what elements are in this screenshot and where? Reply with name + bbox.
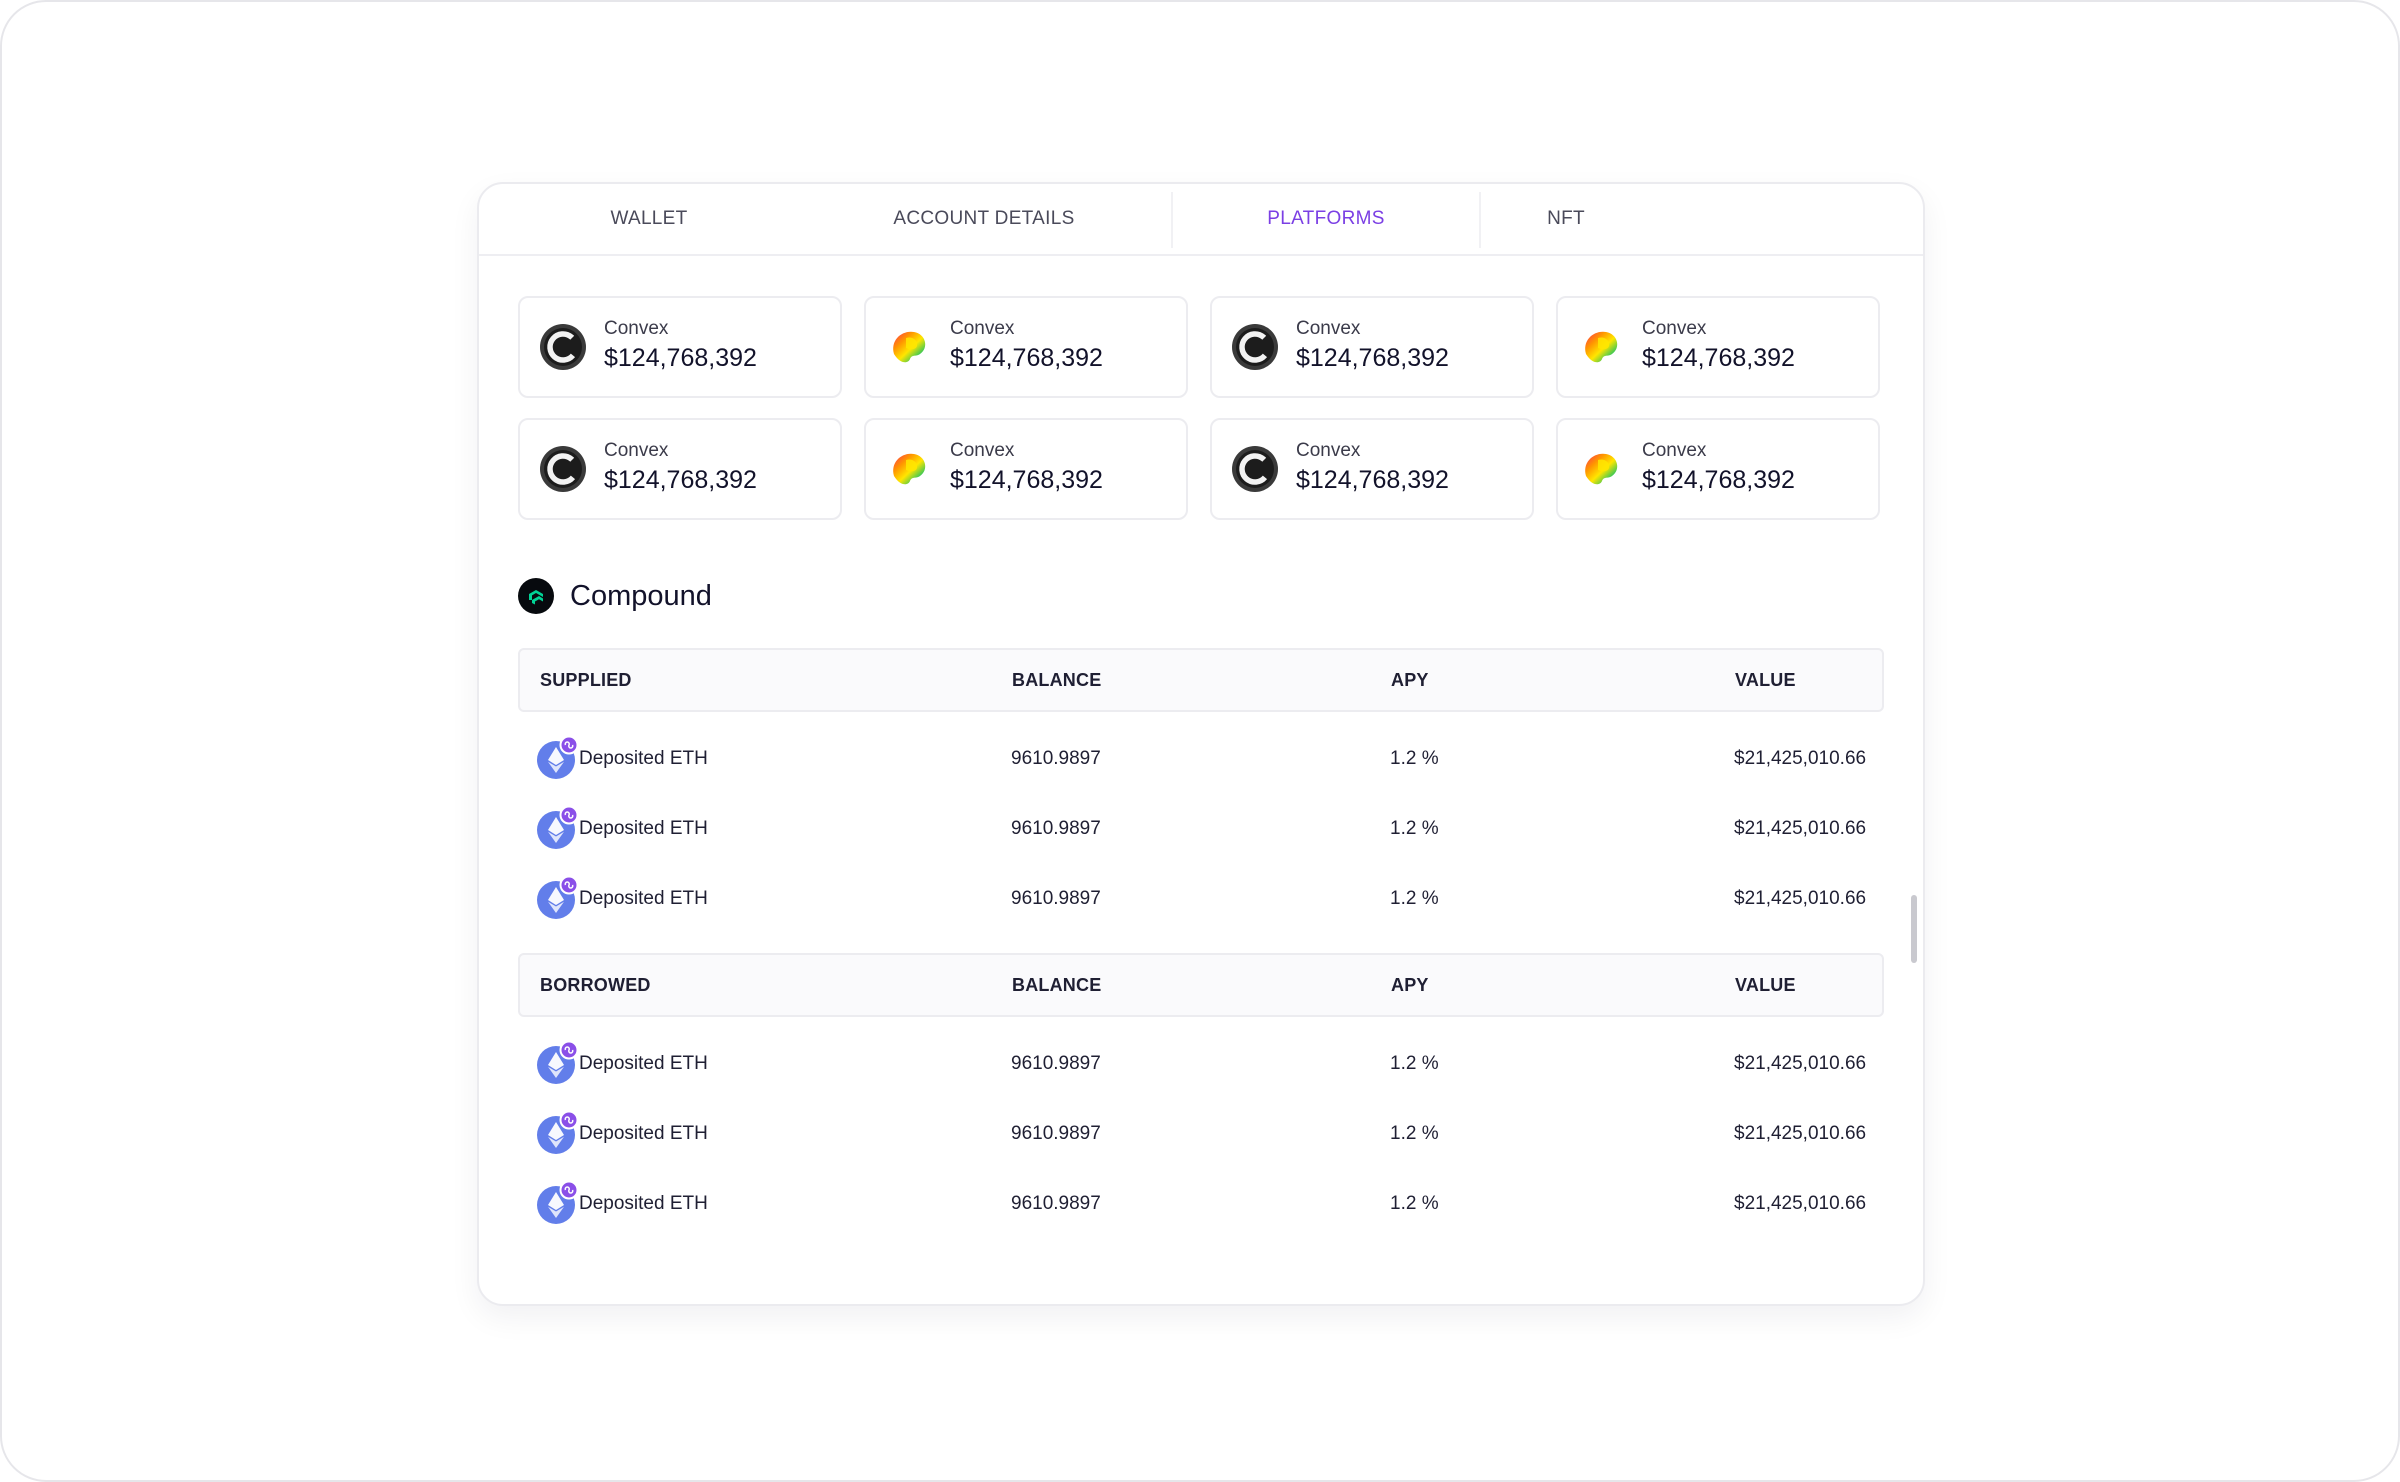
asset-name: Deposited ETH (579, 1053, 708, 1074)
column-header: VALUE (1735, 670, 1796, 690)
rainbow-logo-icon (1578, 446, 1624, 492)
platform-name: Convex (950, 318, 1015, 339)
platform-value: $124,768,392 (950, 344, 1103, 372)
balance-cell: 9610.9897 (1011, 818, 1101, 839)
table-row[interactable]: Deposited ETH 9610.9897 1.2 % $21,425,010.6… (518, 1029, 1880, 1099)
balance-cell: 9610.9897 (1011, 748, 1101, 769)
apy-cell: 1.2 % (1390, 1193, 1439, 1214)
platform-value: $124,768,392 (604, 466, 757, 494)
rainbow-logo-icon (886, 324, 932, 370)
platform-name: Convex (1296, 440, 1361, 461)
tab-nft[interactable]: NFT (1481, 184, 1651, 254)
asset-name: Deposited ETH (579, 1123, 708, 1144)
value-cell: $21,425,010.66 (1734, 1053, 1867, 1074)
asset-name: Deposited ETH (579, 888, 708, 909)
tab-account-details[interactable]: ACCOUNT DETAILS (819, 184, 1149, 254)
apy-cell: 1.2 % (1390, 1053, 1439, 1074)
convex-logo-icon (1232, 446, 1278, 492)
apy-cell: 1.2 % (1390, 1123, 1439, 1144)
platform-card[interactable]: Convex $124,768,392 (518, 418, 842, 520)
value-cell: $21,425,010.66 (1734, 748, 1867, 769)
eth-token-icon (536, 805, 580, 850)
tab-platforms[interactable]: PLATFORMS (1173, 184, 1479, 254)
scrollbar-thumb[interactable] (1911, 895, 1917, 963)
convex-logo-icon (1232, 324, 1278, 370)
supplied-table-header: SUPPLIED BALANCE APY VALUE (518, 648, 1884, 712)
platform-grid: Convex $124,768,392 Convex $124,768,392 Conv… (518, 296, 1882, 520)
column-header: VALUE (1735, 975, 1796, 995)
asset-name: Deposited ETH (579, 818, 708, 839)
value-cell: $21,425,010.66 (1734, 888, 1867, 909)
convex-logo-icon (540, 324, 586, 370)
compound-logo-icon (518, 578, 554, 614)
platform-card[interactable]: Convex $124,768,392 (1556, 296, 1880, 398)
balance-cell: 9610.9897 (1011, 1123, 1101, 1144)
eth-token-icon (536, 735, 580, 780)
column-header: BALANCE (1012, 975, 1102, 995)
column-header: BALANCE (1012, 670, 1102, 690)
platform-value: $124,768,392 (1642, 344, 1795, 372)
platform-card[interactable]: Convex $124,768,392 (518, 296, 842, 398)
convex-logo-icon (540, 446, 586, 492)
value-cell: $21,425,010.66 (1734, 818, 1867, 839)
platform-value: $124,768,392 (1296, 344, 1449, 372)
balance-cell: 9610.9897 (1011, 888, 1101, 909)
platform-name: Convex (1642, 318, 1707, 339)
rainbow-logo-icon (886, 446, 932, 492)
apy-cell: 1.2 % (1390, 888, 1439, 909)
platform-name: Convex (950, 440, 1015, 461)
borrowed-table-header: BORROWED BALANCE APY VALUE (518, 953, 1884, 1017)
platform-value: $124,768,392 (604, 344, 757, 372)
platform-name: Convex (604, 440, 669, 461)
balance-cell: 9610.9897 (1011, 1193, 1101, 1214)
rainbow-logo-icon (1578, 324, 1624, 370)
section-title: Compound (570, 580, 712, 612)
column-header: BORROWED (540, 975, 651, 995)
platform-name: Convex (1296, 318, 1361, 339)
tab-bar: WALLET ACCOUNT DETAILS PLATFORMS NFT (479, 184, 1923, 256)
platform-card[interactable]: Convex $124,768,392 (1210, 418, 1534, 520)
table-row[interactable]: Deposited ETH 9610.9897 1.2 % $21,425,010.6… (518, 794, 1880, 864)
column-header: APY (1391, 670, 1429, 690)
platform-value: $124,768,392 (950, 466, 1103, 494)
table-row[interactable]: Deposited ETH 9610.9897 1.2 % $21,425,010.6… (518, 1169, 1880, 1239)
tab-wallet[interactable]: WALLET (479, 184, 819, 254)
eth-token-icon (536, 1180, 580, 1225)
value-cell: $21,425,010.66 (1734, 1123, 1867, 1144)
portfolio-card: WALLET ACCOUNT DETAILS PLATFORMS NFT Con… (477, 182, 1925, 1306)
platform-name: Convex (1642, 440, 1707, 461)
table-row[interactable]: Deposited ETH 9610.9897 1.2 % $21,425,010.6… (518, 1099, 1880, 1169)
column-header: APY (1391, 975, 1429, 995)
platform-card[interactable]: Convex $124,768,392 (864, 418, 1188, 520)
table-row[interactable]: Deposited ETH 9610.9897 1.2 % $21,425,010.6… (518, 724, 1880, 794)
asset-name: Deposited ETH (579, 1193, 708, 1214)
eth-token-icon (536, 875, 580, 920)
platform-value: $124,768,392 (1296, 466, 1449, 494)
eth-token-icon (536, 1040, 580, 1085)
apy-cell: 1.2 % (1390, 818, 1439, 839)
platform-card[interactable]: Convex $124,768,392 (864, 296, 1188, 398)
platform-card[interactable]: Convex $124,768,392 (1556, 418, 1880, 520)
column-header: SUPPLIED (540, 670, 632, 690)
platform-value: $124,768,392 (1642, 466, 1795, 494)
platform-card[interactable]: Convex $124,768,392 (1210, 296, 1534, 398)
balance-cell: 9610.9897 (1011, 1053, 1101, 1074)
value-cell: $21,425,010.66 (1734, 1193, 1867, 1214)
apy-cell: 1.2 % (1390, 748, 1439, 769)
asset-name: Deposited ETH (579, 748, 708, 769)
table-row[interactable]: Deposited ETH 9610.9897 1.2 % $21,425,010.6… (518, 864, 1880, 934)
platform-name: Convex (604, 318, 669, 339)
eth-token-icon (536, 1110, 580, 1155)
